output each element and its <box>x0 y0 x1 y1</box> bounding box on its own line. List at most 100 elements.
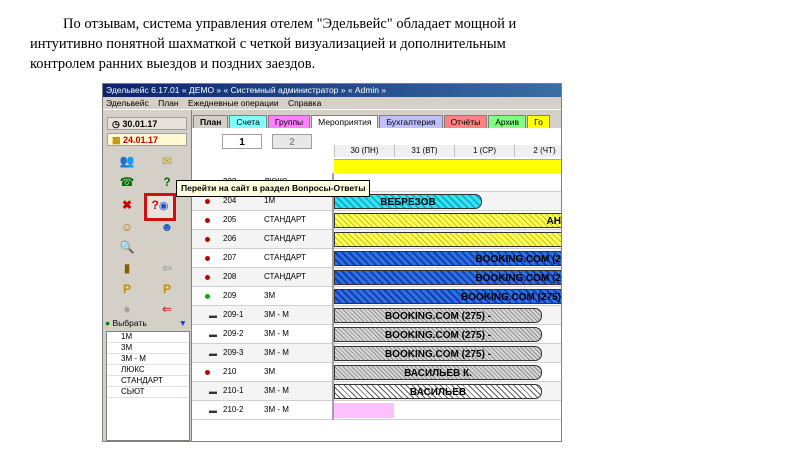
table-row[interactable]: 206 СТАНДАРТ <box>192 230 561 249</box>
intro-line-2: интуитивно понятной шахматкой с четкой в… <box>30 36 506 52</box>
table-row[interactable]: ▬ 210-2 3М - М <box>192 401 561 420</box>
booking-bar[interactable]: BOOKING.COM (275) <box>334 289 561 304</box>
table-row[interactable]: ▬ 209-2 3М - М BOOKING.COM (275) - <box>192 325 561 344</box>
booking-bar[interactable]: ВАСИЛЬЕВ К. <box>334 365 542 380</box>
room-number: 209 <box>223 291 237 300</box>
table-row[interactable]: 208 СТАНДАРТ BOOKING.COM (2 <box>192 268 561 287</box>
room-type-list[interactable]: 1М 3М 3М - М ЛЮКС СТАНДАРТ СЬЮТ <box>106 331 190 441</box>
room-number: 209-1 <box>223 310 244 319</box>
current-date[interactable]: ◷ 30.01.17 <box>107 117 187 130</box>
booking-bar[interactable] <box>334 232 561 247</box>
tab-6[interactable]: Архив <box>488 115 527 128</box>
bed-icon: ▬ <box>209 330 217 339</box>
bed-icon: ▬ <box>209 349 217 358</box>
tab-7[interactable]: Го <box>527 115 550 128</box>
parking-user-icon[interactable]: P <box>156 280 178 298</box>
intro-line-3: контролем ранних выездов и поздних заезд… <box>30 56 316 72</box>
app-window: Эдельвейс 6.17.01 « ДЕМО » « Системный а… <box>102 83 562 442</box>
list-item[interactable]: СТАНДАРТ <box>107 376 189 387</box>
room-type: СТАНДАРТ <box>264 272 306 281</box>
booking-bar[interactable] <box>334 403 394 418</box>
highlight-bar <box>334 159 561 174</box>
table-row[interactable]: ▬ 209-1 3М - М BOOKING.COM (275) - <box>192 306 561 325</box>
menu-bar: Эдельвейс План Ежедневные операции Справ… <box>103 97 561 110</box>
help-faq-icon[interactable]: ? ◉ <box>149 196 171 214</box>
guests-icon[interactable]: 👥 <box>116 152 138 170</box>
table-row[interactable]: 205 СТАНДАРТ АН <box>192 211 561 230</box>
menu-item-plan[interactable]: План <box>158 98 179 108</box>
list-item[interactable]: СЬЮТ <box>107 387 189 398</box>
select-label: Выбрать <box>112 318 147 328</box>
mail-icon[interactable]: ✉ <box>156 152 178 170</box>
room-type: 3М - М <box>264 386 289 395</box>
column-header: 1 (СР) <box>454 145 514 157</box>
tab-5[interactable]: Отчёты <box>443 115 488 128</box>
window-title: Эдельвейс 6.17.01 « ДЕМО » « Системный а… <box>103 84 561 97</box>
tab-3[interactable]: Мероприятия <box>311 115 379 128</box>
left-panel: ◷ 30.01.17 ▦ 24.01.17 👥 ✉ ☎ ? ✖ ? ◉ ☺ ☻ 🔍… <box>103 110 192 441</box>
status-dot-icon <box>205 237 210 242</box>
tab-bar: План Счета Группы Мероприятия Бухгалтерия Отч… <box>193 115 551 128</box>
door-icon[interactable]: ▮ <box>116 259 138 277</box>
table-row[interactable]: ▬ 210-1 3М - М ВАСИЛЬЕВ <box>192 382 561 401</box>
room-number: 210-2 <box>223 405 244 414</box>
question-icon[interactable]: ? <box>156 173 178 191</box>
booking-bar[interactable]: BOOKING.COM (275) - <box>334 346 542 361</box>
system-date[interactable]: ▦ 24.01.17 <box>107 133 187 146</box>
table-row[interactable]: 209 3М BOOKING.COM (275) <box>192 287 561 306</box>
exit-icon[interactable]: ⇦ <box>156 259 178 277</box>
room-number: 206 <box>223 234 237 243</box>
booking-bar[interactable]: BOOKING.COM (275) - <box>334 327 542 342</box>
booking-bar[interactable]: BOOKING.COM (2 <box>334 251 561 266</box>
room-type: 3М <box>264 291 276 300</box>
room-type: 1М <box>264 196 276 205</box>
list-item[interactable]: ЛЮКС <box>107 365 189 376</box>
room-type: 3М - М <box>264 405 289 414</box>
booking-bar[interactable]: BOOKING.COM (275) - <box>334 308 542 323</box>
menu-item-help[interactable]: Справка <box>288 98 321 108</box>
close-icon[interactable]: ✖ <box>116 196 138 214</box>
menu-item-daily-operations[interactable]: Ежедневные операции <box>188 98 279 108</box>
room-number: 209-2 <box>223 329 244 338</box>
chevron-down-icon[interactable]: ▼ <box>179 317 187 329</box>
checkout-icon[interactable]: ⇐ <box>156 300 178 318</box>
status-dot-icon <box>205 370 210 375</box>
clock-icon: ◷ <box>112 119 123 129</box>
room-number: 204 <box>223 196 237 205</box>
intro-text: По отзывам, система управления отелем "Э… <box>30 14 770 74</box>
page-1-button[interactable]: 1 <box>222 134 262 149</box>
booking-bar[interactable]: BOOKING.COM (2 <box>334 270 561 285</box>
phone-icon[interactable]: ☎ <box>116 173 138 191</box>
search-icon[interactable]: 🔍 <box>116 238 138 256</box>
room-number: 210 <box>223 367 237 376</box>
status-dot-icon <box>205 199 210 204</box>
table-row[interactable]: ▬ 209-3 3М - М BOOKING.COM (275) - <box>192 344 561 363</box>
status-dot-icon <box>205 275 210 280</box>
list-item[interactable]: 3М - М <box>107 354 189 365</box>
room-number: 205 <box>223 215 237 224</box>
list-item[interactable]: 3М <box>107 343 189 354</box>
room-number: 209-3 <box>223 348 244 357</box>
room-number: 208 <box>223 272 237 281</box>
list-item[interactable]: 1М <box>107 332 189 343</box>
tab-2[interactable]: Группы <box>267 115 311 128</box>
user-icon[interactable]: ☺ <box>116 218 138 236</box>
select-control[interactable]: ● Выбрать ▼ <box>105 317 189 329</box>
booking-bar[interactable]: ВАСИЛЬЕВ <box>334 384 542 399</box>
menu-item-edelweiss[interactable]: Эдельвейс <box>106 98 149 108</box>
column-header: 2 (ЧТ) <box>514 145 561 157</box>
column-header: 31 (ВТ) <box>394 145 454 157</box>
tab-4[interactable]: Бухгалтерия <box>379 115 443 128</box>
tab-1[interactable]: Счета <box>229 115 267 128</box>
parking-icon[interactable]: P <box>116 280 138 298</box>
room-chart: 1 2 30 (ПН) 31 (ВТ) 1 (СР) 2 (ЧТ) 203ЛЮК… <box>192 128 561 441</box>
page-2-button[interactable]: 2 <box>272 134 312 149</box>
column-header: 30 (ПН) <box>334 145 394 157</box>
admin-icon[interactable]: ☻ <box>156 218 178 236</box>
tab-0[interactable]: План <box>193 115 229 128</box>
booking-bar[interactable]: АН <box>334 213 561 228</box>
blank-icon[interactable]: ● <box>116 300 138 318</box>
table-row[interactable]: 210 3М ВАСИЛЬЕВ К. <box>192 363 561 382</box>
table-row[interactable]: 207 СТАНДАРТ BOOKING.COM (2 <box>192 249 561 268</box>
calendar-icon: ▦ <box>112 135 124 145</box>
